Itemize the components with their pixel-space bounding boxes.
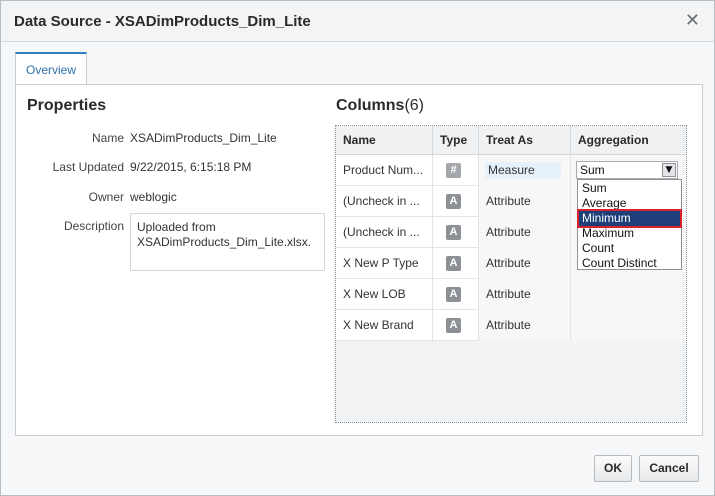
last-updated-value: 9/22/2015, 6:15:18 PM xyxy=(130,160,252,174)
treat-as-input[interactable]: Measure xyxy=(485,162,561,179)
row-treat-as[interactable]: Attribute xyxy=(479,279,571,310)
option-minimum[interactable]: Minimum xyxy=(577,209,682,228)
row-name: (Uncheck in ... xyxy=(336,217,433,248)
row-name: (Uncheck in ... xyxy=(336,186,433,217)
row-type: # xyxy=(433,155,479,186)
option-sum[interactable]: Sum xyxy=(579,181,680,196)
aggregation-select[interactable]: Sum ▼ xyxy=(576,161,678,179)
dialog-title: Data Source - XSADimProducts_Dim_Lite xyxy=(14,13,311,30)
owner-label: Owner xyxy=(88,190,124,204)
description-line-2: XSADimProducts_Dim_Lite.xlsx. xyxy=(137,235,312,249)
name-value: XSADimProducts_Dim_Lite xyxy=(130,131,277,145)
grid-header: Name Type Treat As Aggregation xyxy=(336,126,686,155)
row-aggregation[interactable] xyxy=(571,310,686,341)
header-type[interactable]: Type xyxy=(433,126,479,155)
columns-grid: Name Type Treat As Aggregation Product N… xyxy=(335,125,687,423)
option-average[interactable]: Average xyxy=(579,196,680,211)
cancel-button[interactable]: Cancel xyxy=(639,455,699,482)
owner-value: weblogic xyxy=(130,190,177,204)
option-count-distinct[interactable]: Count Distinct xyxy=(579,256,680,271)
ok-button[interactable]: OK xyxy=(594,455,632,482)
row-type: A xyxy=(433,279,479,310)
text-type-icon: A xyxy=(446,318,461,333)
description-line-1: Uploaded from xyxy=(137,220,216,234)
name-label: Name xyxy=(91,131,124,145)
header-aggregation[interactable]: Aggregation xyxy=(571,126,686,155)
columns-heading: Columns(6) xyxy=(336,97,424,115)
option-count[interactable]: Count xyxy=(579,241,680,256)
description-field[interactable]: Uploaded from XSADimProducts_Dim_Lite.xl… xyxy=(130,213,325,271)
columns-heading-label: Columns xyxy=(336,97,405,114)
text-type-icon: A xyxy=(446,256,461,271)
row-treat-as[interactable]: Measure xyxy=(479,155,571,186)
last-updated-label: Last Updated xyxy=(52,160,124,174)
data-source-dialog: Data Source - XSADimProducts_Dim_Lite ✕ … xyxy=(0,0,715,496)
text-type-icon: A xyxy=(446,194,461,209)
row-name: X New Brand xyxy=(336,310,433,341)
row-treat-as[interactable]: Attribute xyxy=(479,310,571,341)
row-name: X New LOB xyxy=(336,279,433,310)
properties-heading: Properties xyxy=(27,97,107,114)
row-type: A xyxy=(433,248,479,279)
row-name: Product Num... xyxy=(336,155,433,186)
header-name[interactable]: Name xyxy=(336,126,433,155)
tab-overview[interactable]: Overview xyxy=(15,52,87,85)
row-treat-as[interactable]: Attribute xyxy=(479,248,571,279)
text-type-icon: A xyxy=(446,225,461,240)
row-type: A xyxy=(433,217,479,248)
row-treat-as[interactable]: Attribute xyxy=(479,217,571,248)
row-type: A xyxy=(433,186,479,217)
table-row[interactable]: X New LOB A Attribute xyxy=(336,279,686,310)
tab-overview-label: Overview xyxy=(26,63,77,77)
numeric-type-icon: # xyxy=(446,163,461,178)
table-row[interactable]: X New Brand A Attribute xyxy=(336,310,686,341)
row-aggregation[interactable] xyxy=(571,279,686,310)
text-type-icon: A xyxy=(446,287,461,302)
chevron-down-icon[interactable]: ▼ xyxy=(662,163,676,177)
description-label: Description xyxy=(63,219,124,233)
aggregation-selected-value: Sum xyxy=(580,163,605,177)
header-treat-as[interactable]: Treat As xyxy=(479,126,571,155)
dialog-titlebar: Data Source - XSADimProducts_Dim_Lite ✕ xyxy=(1,1,714,42)
overview-panel: Properties Name XSADimProducts_Dim_Lite … xyxy=(15,84,703,436)
row-type: A xyxy=(433,310,479,341)
option-maximum[interactable]: Maximum xyxy=(579,226,680,241)
columns-count: (6) xyxy=(404,97,425,114)
aggregation-listbox: Sum Average Minimum Maximum Count Count … xyxy=(577,179,682,270)
row-treat-as[interactable]: Attribute xyxy=(479,186,571,217)
row-name: X New P Type xyxy=(336,248,433,279)
close-icon[interactable]: ✕ xyxy=(685,10,700,31)
